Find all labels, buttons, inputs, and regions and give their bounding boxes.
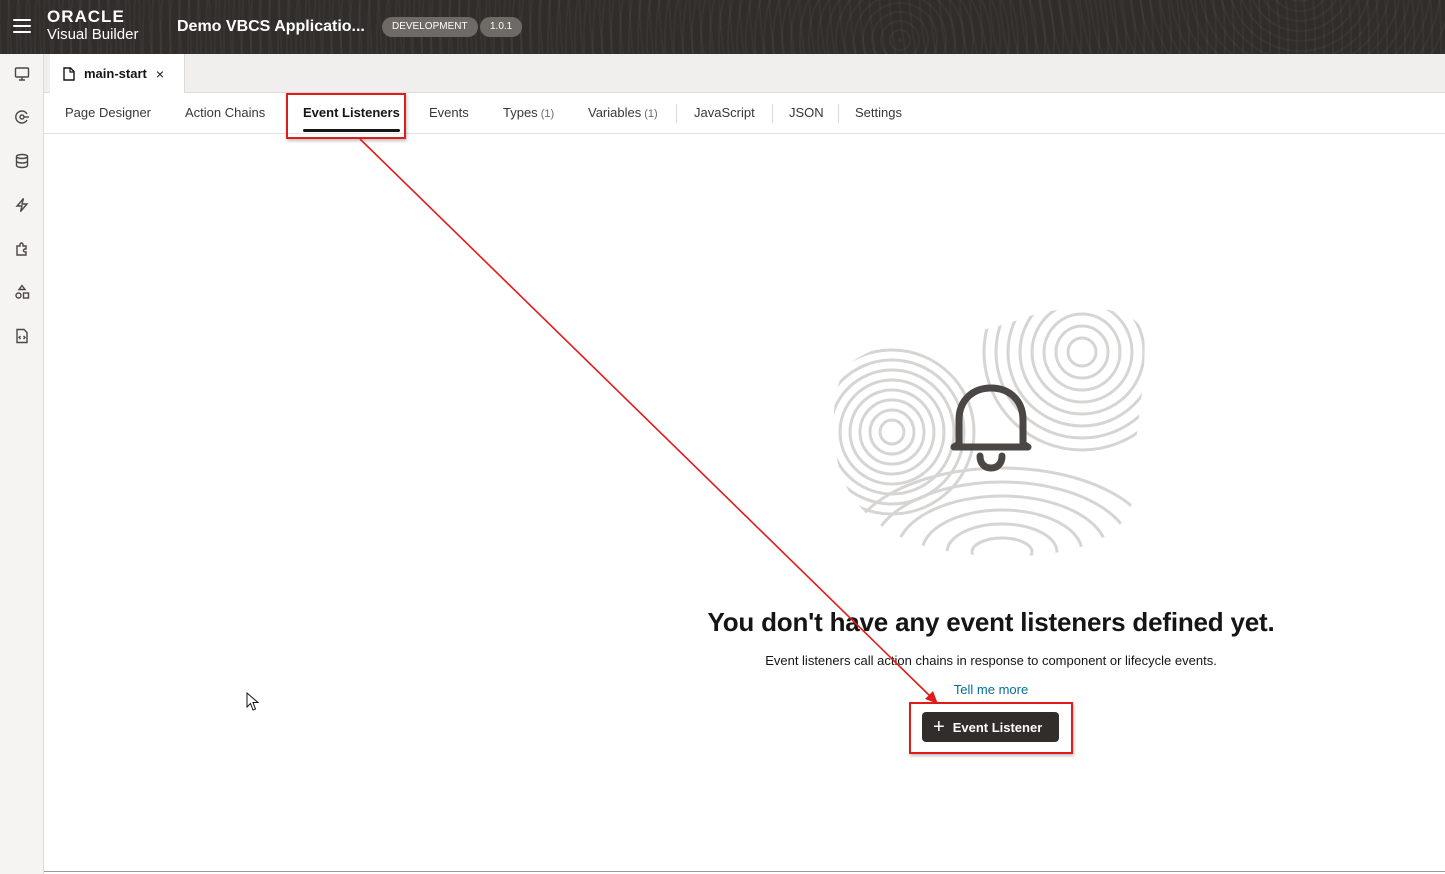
app-title[interactable]: Demo VBCS Applicatio... [177,18,365,36]
brand-oracle: ORACLE [47,7,125,26]
add-event-listener-label: Event Listener [952,719,1043,735]
close-icon[interactable]: × [156,66,164,82]
tab-types[interactable]: Types (1) [503,93,554,134]
app-header: ORACLE Visual Builder Demo VBCS Applicat… [0,0,1445,54]
file-tab-label: main-start [84,66,147,81]
components-icon[interactable] [12,282,32,302]
services-icon[interactable] [12,107,32,127]
tab-action-chains[interactable]: Action Chains [185,93,265,134]
hamburger-menu-icon[interactable] [13,19,31,33]
lightning-icon[interactable] [12,195,32,215]
bell-icon [833,308,1145,557]
monitor-icon[interactable] [12,64,32,84]
oracle-logo: ORACLE Visual Builder [47,8,138,42]
add-event-listener-button[interactable]: + Event Listener [922,712,1059,742]
left-navigation-rail [0,54,44,874]
tab-divider [676,104,677,123]
empty-state-title: You don't have any event listeners defin… [707,607,1275,637]
tab-json[interactable]: JSON [789,93,824,134]
tab-page-designer[interactable]: Page Designer [65,93,151,134]
version-badge: 1.0.1 [480,17,523,37]
database-icon[interactable] [12,151,32,171]
document-icon [63,66,75,81]
environment-badge: DEVELOPMENT [382,17,478,37]
tab-event-listeners[interactable]: Event Listeners [303,93,400,134]
tab-javascript[interactable]: JavaScript [694,93,755,134]
mouse-cursor-icon [246,692,260,711]
empty-state-description: Event listeners call action chains in re… [765,653,1217,668]
bottom-border [44,871,1445,872]
tab-variables[interactable]: Variables (1) [588,93,658,134]
tell-me-more-link-wrapper: Tell me more [600,682,1382,697]
tab-events[interactable]: Events [429,93,469,134]
brand-product: Visual Builder [47,26,139,43]
tab-divider [772,104,773,123]
variables-count: (1) [644,108,658,120]
source-file-icon[interactable] [12,326,32,346]
plus-icon: + [933,716,945,738]
tab-divider [838,104,839,123]
types-count: (1) [540,108,555,120]
file-tab-main-start[interactable]: main-start × [50,54,185,93]
tell-me-more-link[interactable]: Tell me more [954,682,1028,697]
file-tab-strip: main-start × [44,54,1445,93]
puzzle-icon[interactable] [12,239,32,259]
editor-tabs: Page Designer Action Chains Event Listen… [44,93,1445,134]
tab-settings[interactable]: Settings [855,93,902,134]
